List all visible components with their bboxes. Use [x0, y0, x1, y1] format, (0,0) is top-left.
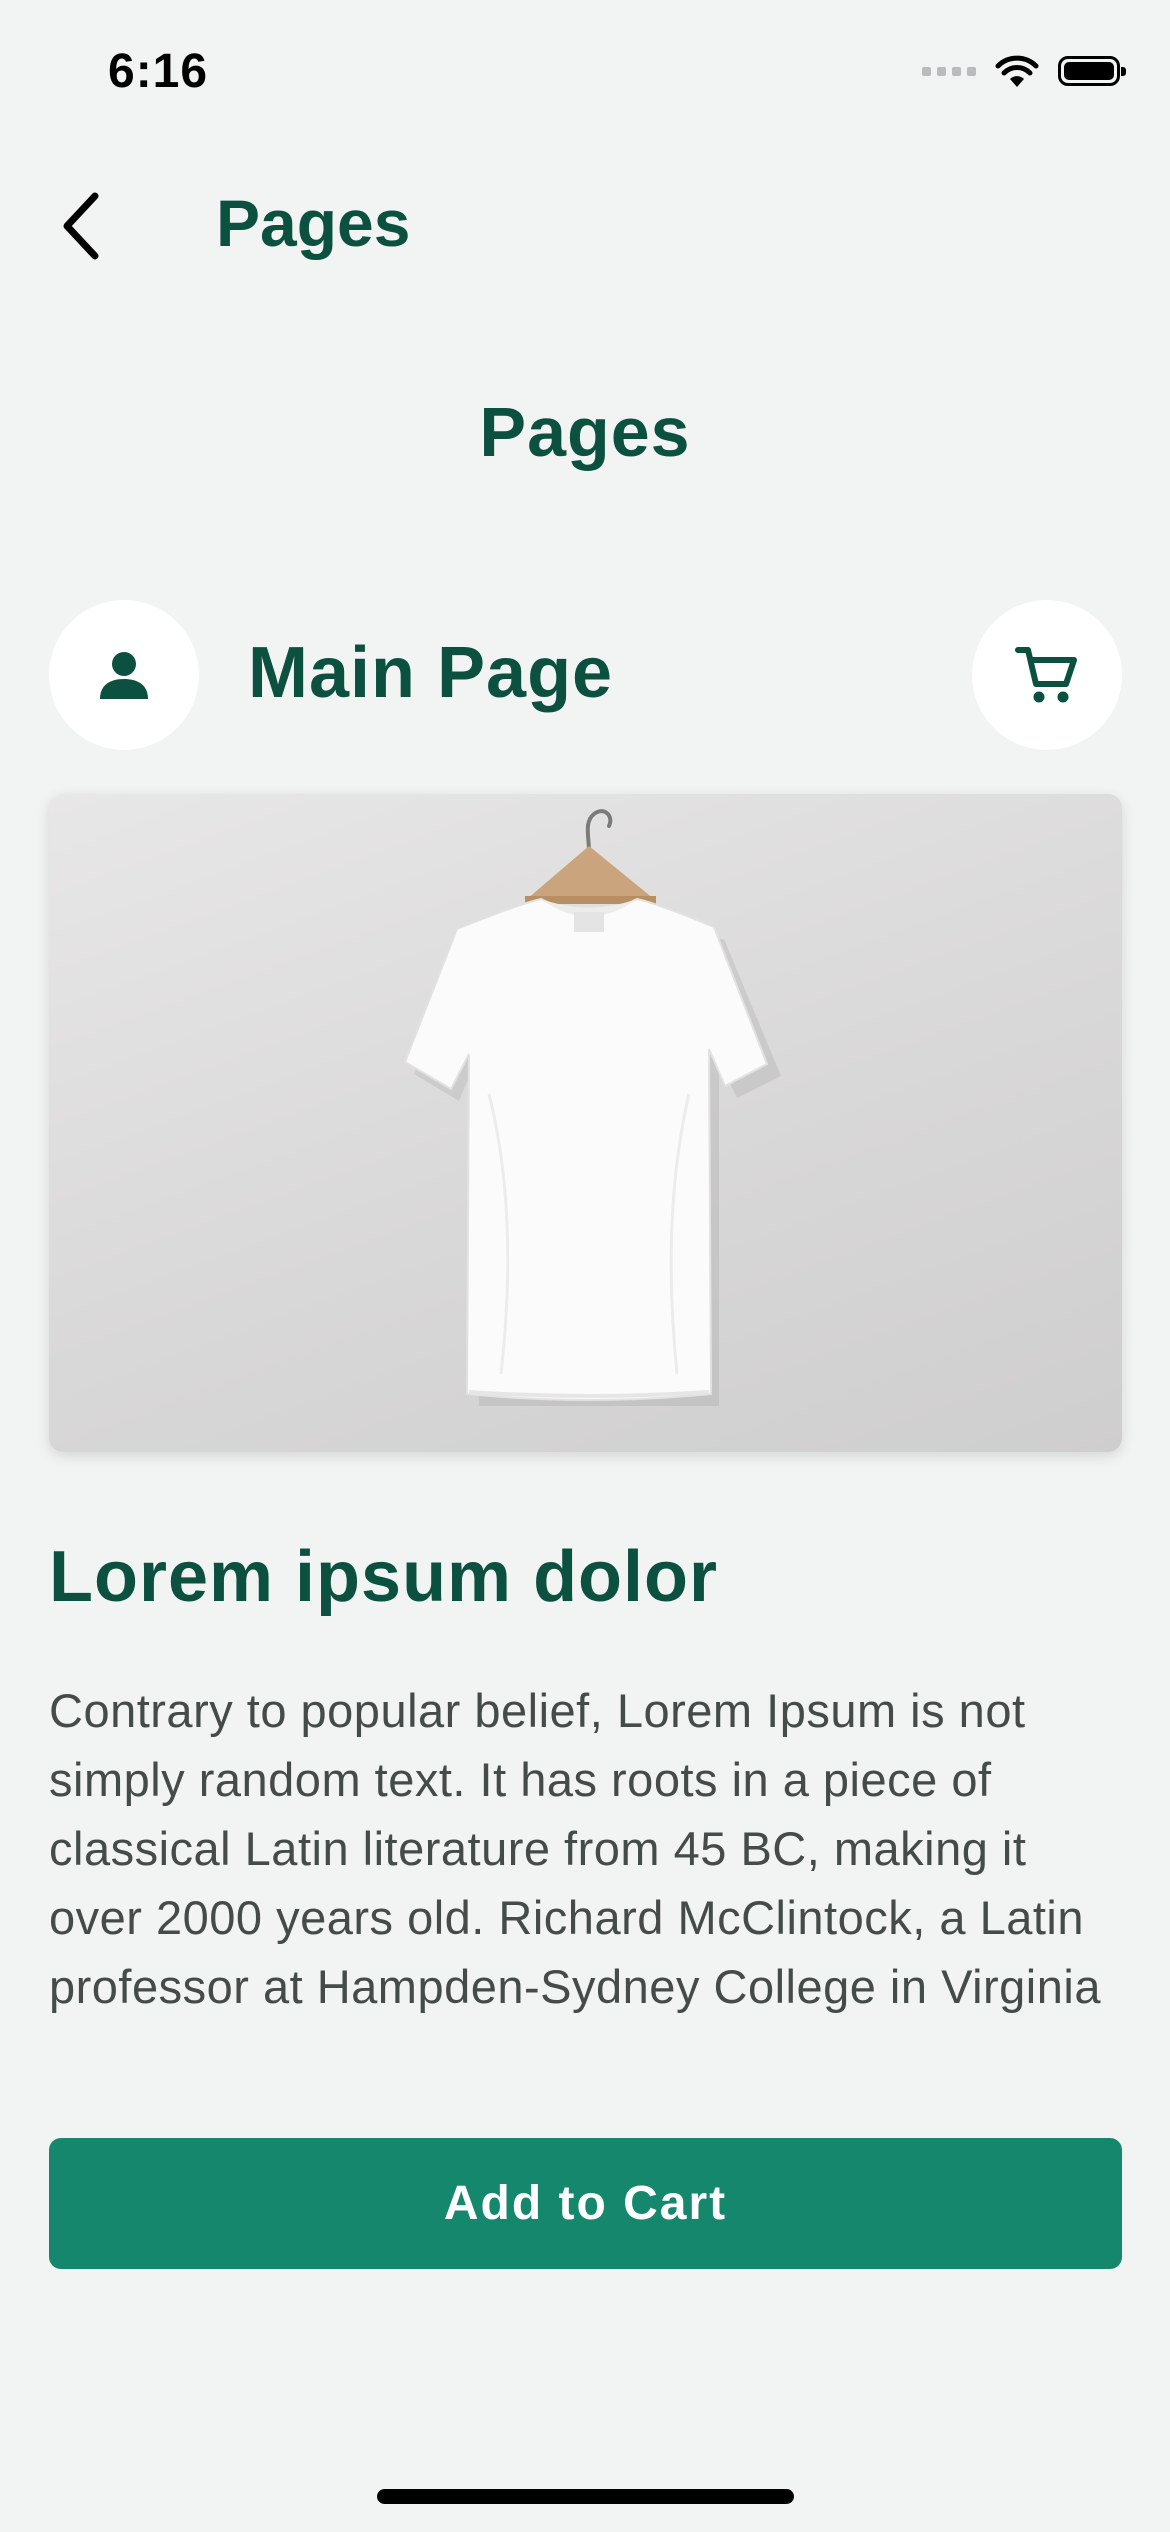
back-button[interactable] [55, 188, 115, 264]
product-description: Contrary to popular belief, Lorem Ipsum … [49, 1684, 1101, 2013]
product-title: Lorem ipsum dolor [49, 1537, 719, 1617]
wifi-icon [995, 55, 1039, 87]
main-page-title: Main Page [248, 633, 614, 713]
product-image [49, 794, 1122, 1452]
cart-button[interactable] [972, 600, 1122, 750]
page-heading: Pages [479, 393, 691, 471]
cellular-signal-icon [922, 66, 976, 76]
cart-icon [1015, 647, 1077, 703]
profile-button[interactable] [49, 600, 199, 750]
home-indicator[interactable] [377, 2489, 794, 2504]
status-time: 6:16 [108, 45, 209, 98]
tshirt-illustration [403, 809, 781, 1406]
status-icons [922, 54, 1126, 88]
nav-title: Pages [216, 186, 411, 260]
chevron-left-icon [63, 192, 99, 260]
person-icon [100, 652, 148, 699]
add-to-cart-button[interactable]: Add to Cart [49, 2138, 1122, 2269]
battery-icon [1058, 56, 1126, 86]
